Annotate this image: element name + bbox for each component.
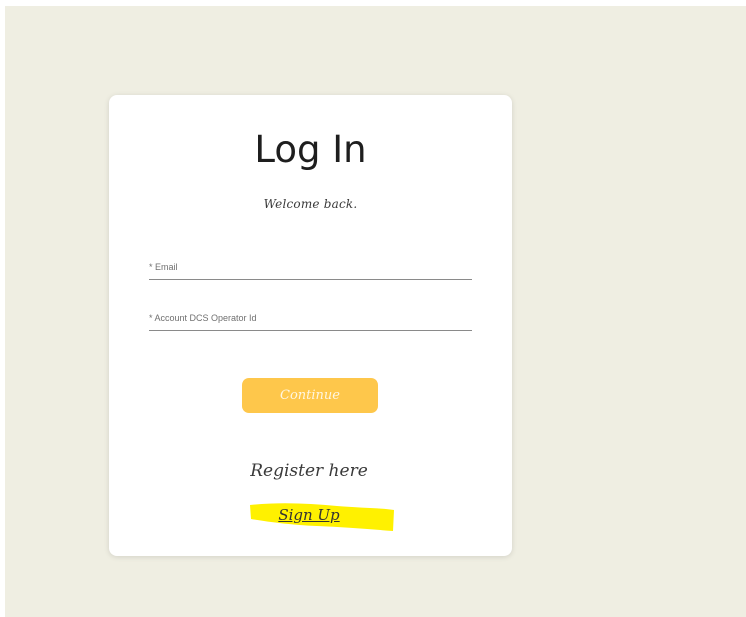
page-title: Log In [254,128,367,171]
welcome-subtitle: Welcome back. [263,197,358,211]
sign-up-link[interactable]: Sign Up [0,506,618,524]
continue-button[interactable]: Continue [242,378,378,413]
operator-id-field-container [149,308,472,331]
register-prompt: Register here [250,461,368,481]
email-field[interactable] [149,257,472,277]
email-field-container [149,257,472,280]
operator-id-field[interactable] [149,308,472,328]
